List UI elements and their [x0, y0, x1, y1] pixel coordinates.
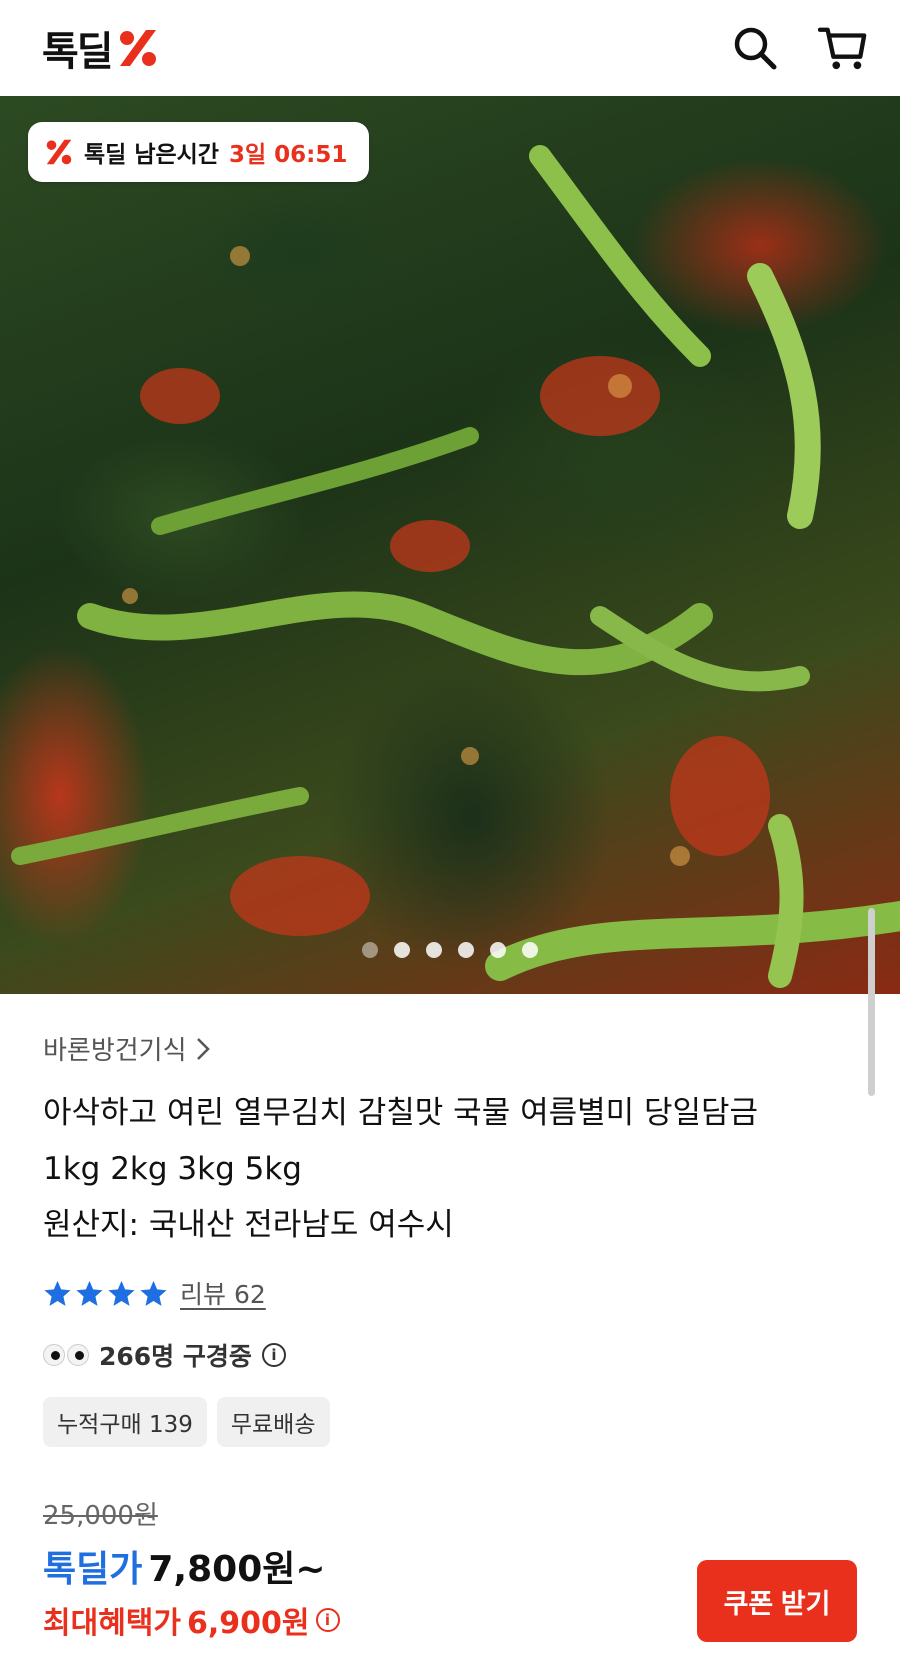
tag-free-shipping: 무료배송 [216, 1397, 330, 1447]
seller-name: 바론방건기식 [43, 1036, 187, 1066]
product-title: 아삭하고 여린 열무김치 감칠맛 국물 여름별미 당일담금 1kg 2kg 3k… [43, 1085, 873, 1253]
carousel-indicator [0, 942, 900, 958]
max-benefit-label: 최대혜택가 [43, 1606, 181, 1641]
star-icon [140, 1280, 167, 1306]
timer-label: 톡딜 남은시간 [84, 142, 219, 168]
product-title-line: 아삭하고 여린 열무김치 감칠맛 국물 여름별미 당일담금 [43, 1095, 759, 1131]
deal-price-value: 7,800원~ [148, 1549, 326, 1590]
carousel-dot[interactable] [394, 942, 410, 958]
review-count-link[interactable]: 리뷰 62 [180, 1275, 266, 1311]
info-icon[interactable]: i [261, 1343, 286, 1367]
eyes-icon [43, 1344, 89, 1366]
star-icon [108, 1280, 135, 1306]
chevron-right-icon [196, 1037, 210, 1060]
deal-price-label: 톡딜가 [43, 1549, 143, 1590]
product-info: 바론방건기식 아삭하고 여린 열무김치 감칠맛 국물 여름별미 당일담금 1kg… [43, 1030, 873, 1447]
carousel-dot[interactable] [362, 942, 378, 958]
seller-link[interactable]: 바론방건기식 [43, 1030, 873, 1067]
deal-price-row: 톡딜가 7,800원~ [43, 1540, 340, 1592]
carousel-dot[interactable] [458, 942, 474, 958]
star-icon [76, 1280, 103, 1306]
max-benefit-price: 6,900원 [187, 1606, 310, 1641]
percent-logo-icon [46, 139, 72, 165]
product-title-line: 원산지: 국내산 전라남도 여수시 [43, 1207, 454, 1243]
tag-cumulative-purchases: 누적구매 139 [43, 1397, 207, 1447]
search-button[interactable] [730, 23, 780, 73]
kimchi-photo [11, 145, 900, 988]
logo[interactable]: 톡딜 [42, 19, 160, 77]
logo-text: 톡딜 [42, 29, 114, 75]
carousel-dot[interactable] [490, 942, 506, 958]
product-title-line: 1kg 2kg 3kg 5kg [43, 1151, 302, 1187]
product-image-carousel[interactable]: 톡딜 남은시간 3일 06:51 [0, 96, 900, 994]
star-icon [44, 1280, 71, 1306]
percent-logo-icon [119, 30, 156, 66]
original-price: 25,000원 [43, 1501, 158, 1531]
coupon-button[interactable]: 쿠폰 받기 [697, 1560, 857, 1642]
viewers-text: 266명 구경중 [99, 1342, 252, 1371]
product-tags: 누적구매 139 무료배송 [43, 1397, 873, 1447]
top-header: 톡딜 [0, 0, 900, 96]
info-icon[interactable]: i [315, 1608, 340, 1632]
search-icon [734, 27, 777, 70]
timer-value: 3일 06:51 [228, 142, 348, 168]
deal-timer-badge: 톡딜 남은시간 3일 06:51 [28, 122, 370, 182]
viewers-row: 266명 구경중 i [43, 1337, 873, 1373]
cart-button[interactable] [818, 23, 868, 73]
carousel-dot[interactable] [522, 942, 538, 958]
rating-row: 리뷰 62 [43, 1275, 873, 1311]
price-block: 25,000원 톡딜가 7,800원~ 최대혜택가 6,900원 i [43, 1495, 340, 1642]
carousel-dot[interactable] [426, 942, 442, 958]
max-benefit-row: 최대혜택가 6,900원 i [43, 1598, 340, 1642]
star-rating [43, 1279, 168, 1308]
cart-icon [818, 27, 867, 70]
